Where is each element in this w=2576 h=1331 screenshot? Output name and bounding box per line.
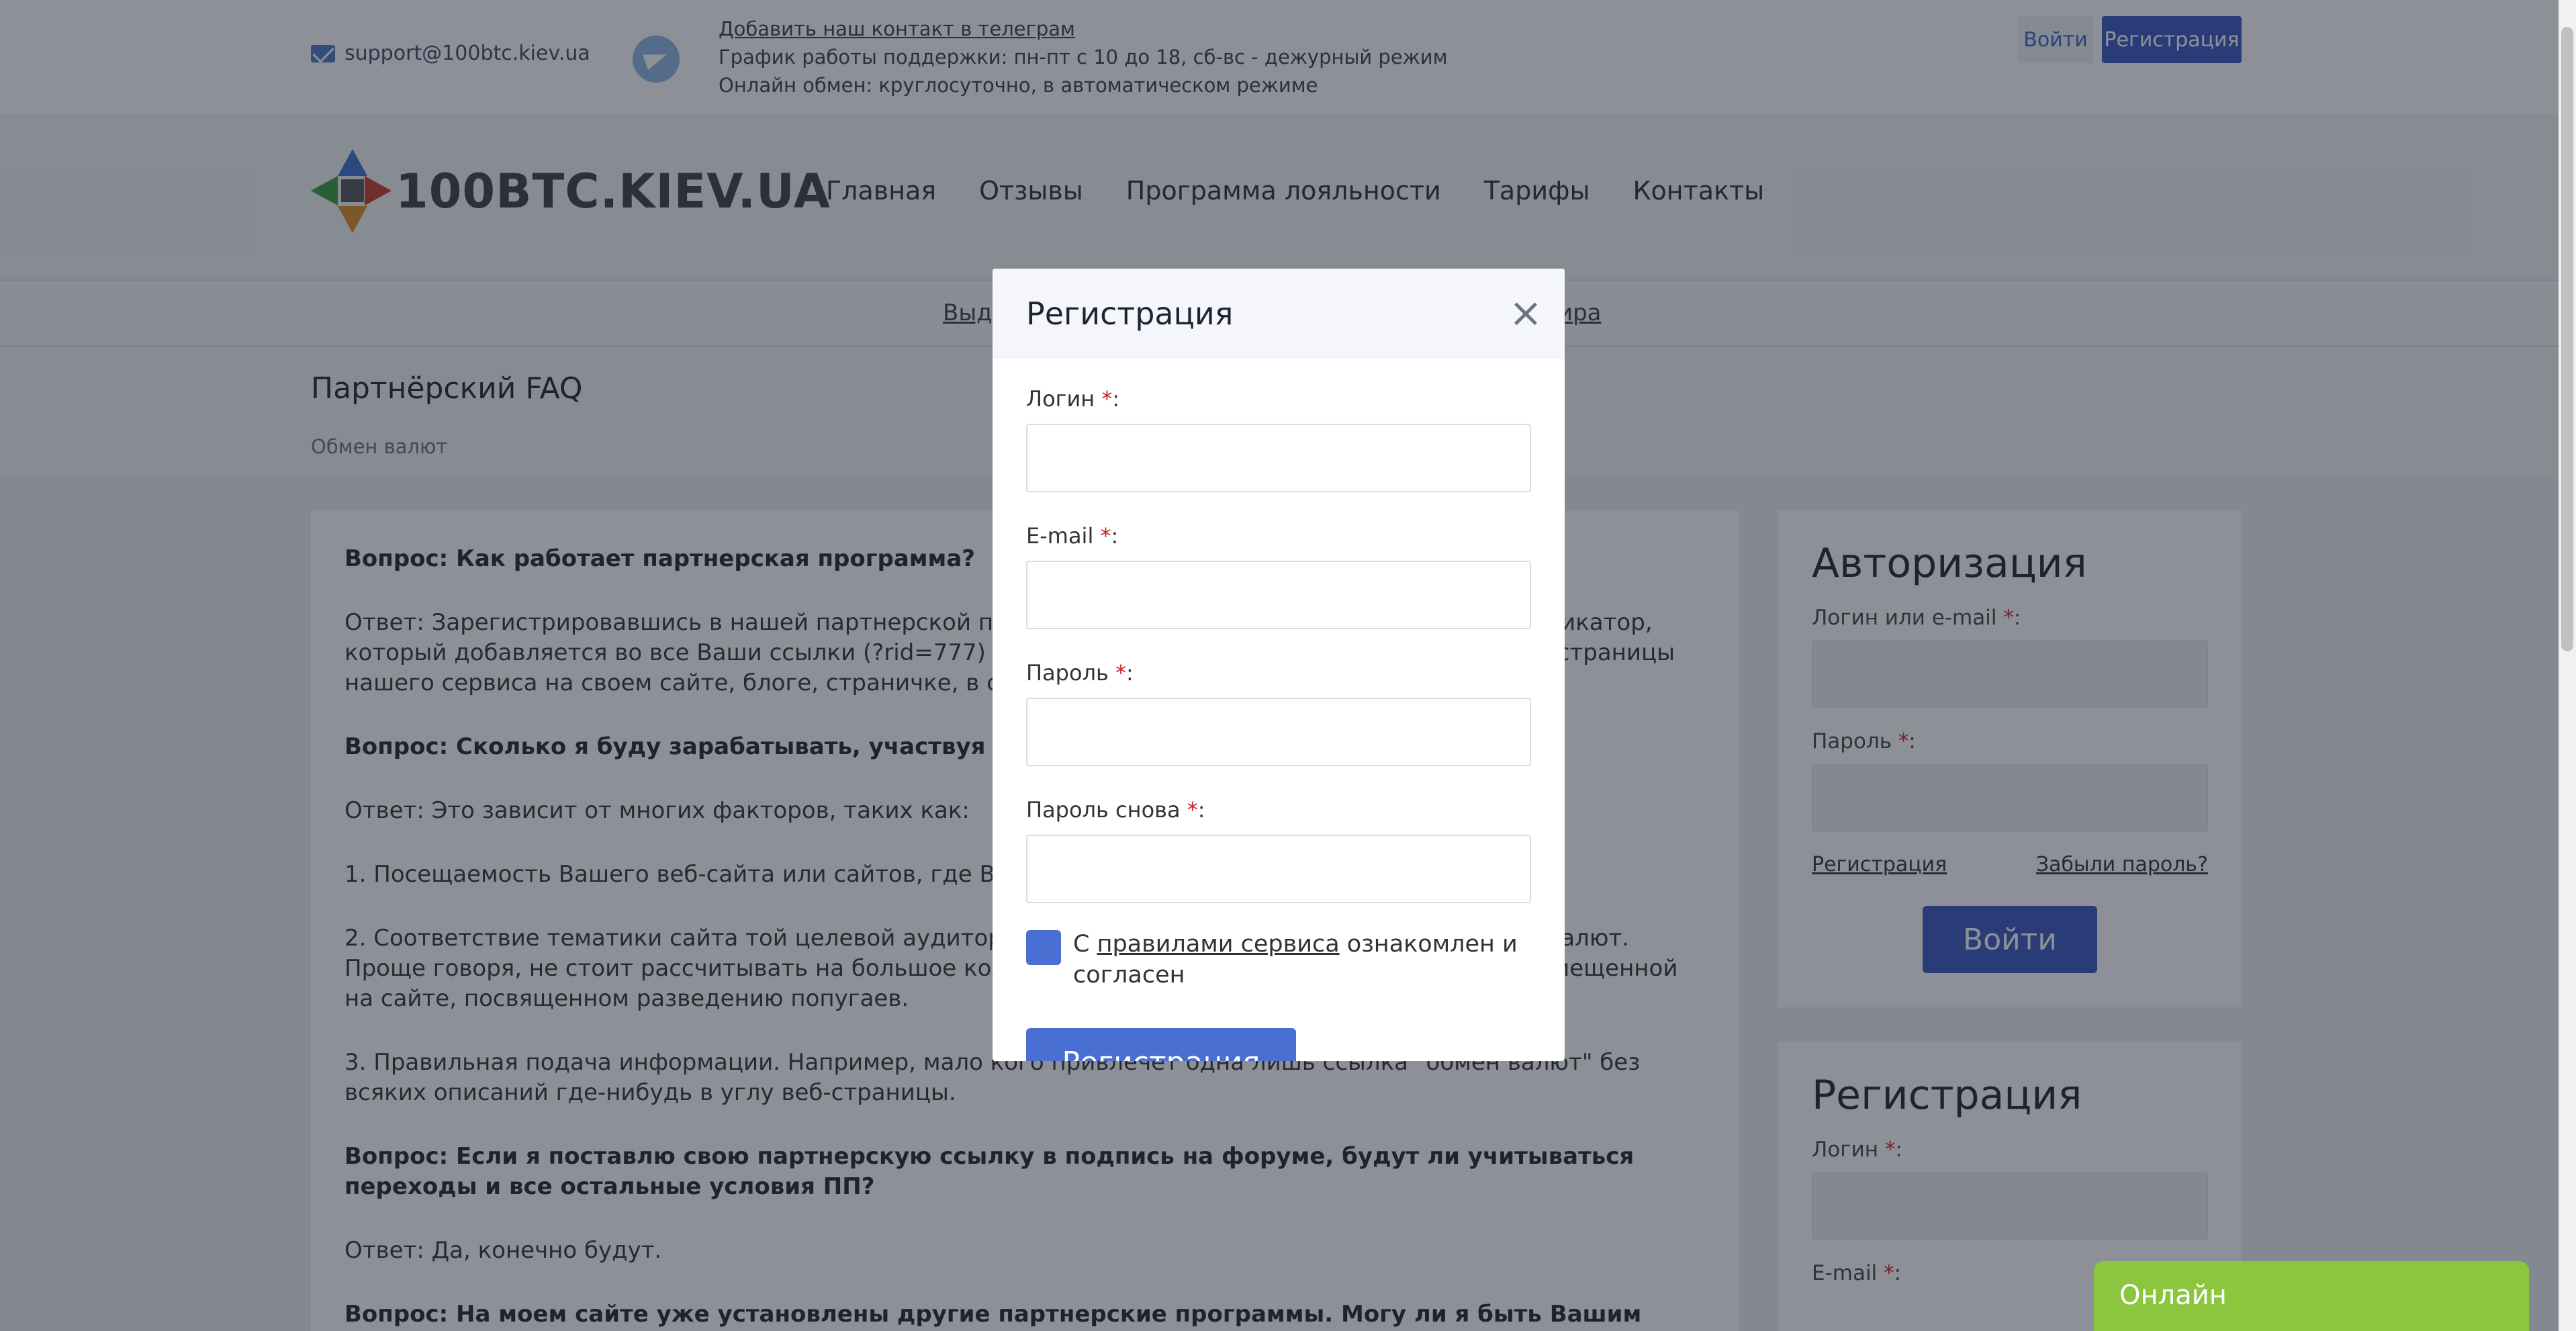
page-scrollbar[interactable] (2559, 0, 2576, 1331)
password-repeat-input[interactable] (1026, 835, 1531, 903)
login-label: Логин *: (1026, 386, 1120, 412)
terms-checkbox[interactable] (1026, 930, 1061, 965)
terms-text: С правилами сервиса ознакомлен и согласе… (1073, 931, 1518, 989)
terms-link[interactable]: правилами сервиса (1097, 931, 1340, 958)
scrollbar-thumb[interactable] (2561, 27, 2573, 651)
terms-agreement: С правилами сервиса ознакомлен и согласе… (1026, 929, 1531, 991)
modal-header: Регистрация × (993, 269, 1565, 359)
password-input[interactable] (1026, 698, 1531, 766)
modal-register-button[interactable]: Регистрация (1026, 1028, 1296, 1061)
online-chat-button[interactable]: Онлайн (2094, 1261, 2529, 1331)
login-input[interactable] (1026, 424, 1531, 492)
password-label: Пароль *: (1026, 660, 1134, 686)
email-label: E-mail *: (1026, 523, 1119, 549)
modal-body: Логин *: E-mail *: Пароль *: Пароль снов… (993, 359, 1565, 1061)
close-icon[interactable]: × (1507, 293, 1545, 333)
registration-modal: Регистрация × Логин *: E-mail *: Пароль … (993, 269, 1565, 1061)
password-repeat-label: Пароль снова *: (1026, 797, 1205, 823)
modal-title: Регистрация (1026, 295, 1234, 332)
email-input[interactable] (1026, 561, 1531, 629)
